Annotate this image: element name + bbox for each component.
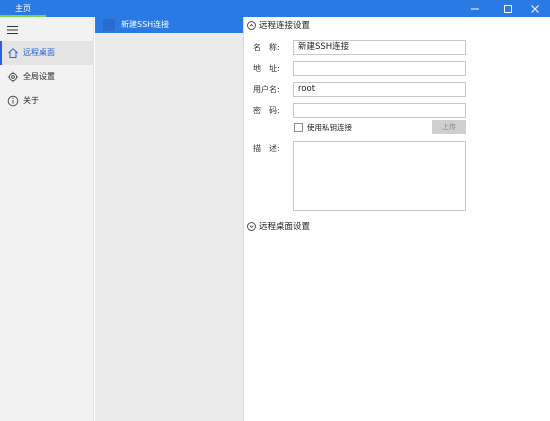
close-button[interactable] bbox=[520, 0, 550, 17]
connection-settings-header[interactable]: 远程连接设置 bbox=[247, 18, 310, 32]
maximize-button[interactable] bbox=[493, 0, 523, 17]
sidebar-item-global-settings[interactable]: 全局设置 bbox=[0, 65, 93, 89]
password-label: 密 码: bbox=[253, 106, 280, 115]
connection-list: 新建SSH连接 bbox=[95, 17, 244, 421]
section-title: 远程连接设置 bbox=[259, 21, 311, 31]
address-input[interactable] bbox=[293, 61, 466, 76]
sidebar-item-label: 关于 bbox=[23, 96, 39, 105]
hamburger-menu-icon[interactable] bbox=[7, 25, 19, 35]
sidebar-item-about[interactable]: 关于 bbox=[0, 89, 93, 113]
connection-item[interactable]: 新建SSH连接 bbox=[95, 17, 243, 33]
username-input[interactable]: root bbox=[293, 82, 466, 97]
name-input[interactable]: 新建SSH连接 bbox=[293, 40, 466, 55]
desktop-settings-header[interactable]: 远程桌面设置 bbox=[247, 219, 310, 233]
title-bar: 主页 bbox=[0, 0, 550, 17]
close-icon bbox=[531, 4, 539, 13]
sidebar-item-label: 全局设置 bbox=[23, 72, 55, 81]
connection-detail-panel: 远程连接设置 名 称: 新建SSH连接 地 址: 用户名: root 密 码: … bbox=[245, 17, 550, 421]
sidebar-item-label: 远程桌面 bbox=[23, 48, 55, 57]
sidebar: 远程桌面 全局设置 关于 bbox=[0, 17, 94, 421]
private-key-checkbox[interactable] bbox=[294, 123, 303, 132]
username-label: 用户名: bbox=[253, 85, 280, 94]
minimize-icon bbox=[471, 8, 479, 9]
private-key-label: 使用私钥连接 bbox=[307, 123, 352, 132]
maximize-icon bbox=[504, 4, 512, 13]
connection-icon bbox=[103, 19, 115, 31]
gear-icon bbox=[7, 71, 19, 83]
chevron-up-circle-icon bbox=[247, 20, 256, 30]
address-label: 地 址: bbox=[253, 64, 280, 73]
description-textarea[interactable] bbox=[293, 141, 466, 211]
name-label: 名 称: bbox=[253, 43, 280, 52]
section-title: 远程桌面设置 bbox=[259, 222, 311, 232]
home-icon bbox=[8, 48, 18, 58]
sidebar-item-remote-desktop[interactable]: 远程桌面 bbox=[0, 41, 93, 65]
upload-button[interactable]: 上传 bbox=[432, 120, 466, 134]
tab-home[interactable]: 主页 bbox=[0, 0, 46, 17]
description-label: 描 述: bbox=[253, 144, 280, 153]
active-indicator bbox=[0, 41, 2, 65]
chevron-down-circle-icon bbox=[247, 221, 256, 231]
password-input[interactable] bbox=[293, 103, 466, 118]
minimize-button[interactable] bbox=[460, 0, 490, 17]
info-icon bbox=[7, 95, 19, 107]
connection-item-label: 新建SSH连接 bbox=[121, 20, 170, 29]
